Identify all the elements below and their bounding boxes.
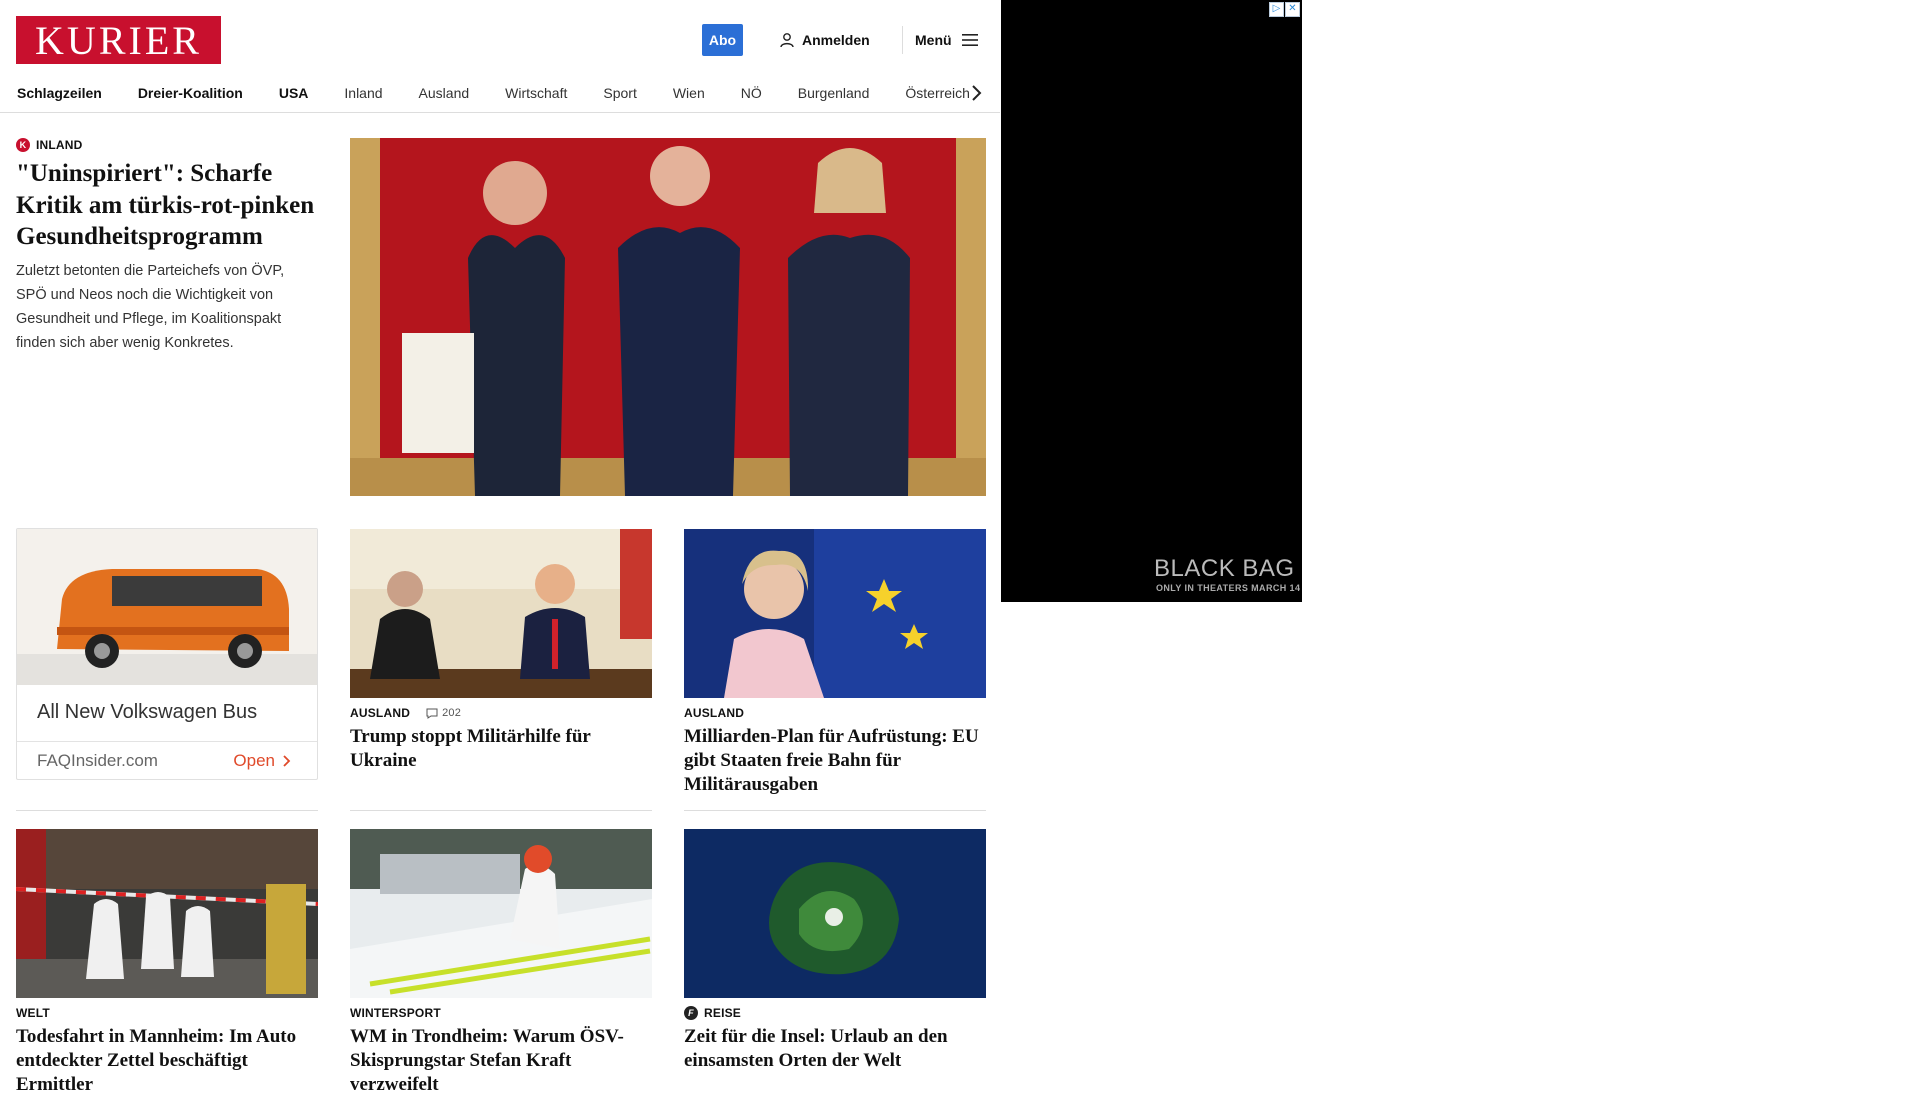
nav-item-ausland[interactable]: Ausland <box>401 85 488 101</box>
lead-article[interactable]: K INLAND "Uninspiriert": Scharfe Kritik … <box>16 138 316 355</box>
article-wintersport[interactable]: WINTERSPORT WM in Trondheim: Warum ÖSV-S… <box>350 1006 652 1097</box>
kurier-plus-icon: K <box>16 138 30 152</box>
article-reise[interactable]: f REISE Zeit für die Insel: Urlaub an de… <box>684 1006 986 1073</box>
kurier-logo[interactable]: KURIER <box>16 16 221 64</box>
side-ad[interactable]: ▷ ✕ BLACK BAG ONLY IN THEATERS MARCH 14 <box>1001 0 1302 602</box>
article-kicker: WELT <box>16 1006 318 1020</box>
ad-divider <box>17 741 317 742</box>
nav-item-schlagzeilen[interactable]: Schlagzeilen <box>16 85 120 101</box>
article-headline[interactable]: Zeit für die Insel: Urlaub an den einsam… <box>684 1025 986 1073</box>
nav-item-wien[interactable]: Wien <box>655 85 723 101</box>
nav-item-wirtschaft[interactable]: Wirtschaft <box>487 85 585 101</box>
nav-item-oesterreich[interactable]: Österreich <box>887 85 972 101</box>
menu-button[interactable]: Menü <box>915 30 978 50</box>
ad-title[interactable]: All New Volkswagen Bus <box>37 701 257 724</box>
header-divider <box>902 26 903 54</box>
ad-domain: FAQInsider.com <box>37 751 158 770</box>
article-headline[interactable]: Trump stoppt Militärhilfe für Ukraine <box>350 725 652 773</box>
kurier-freizeit-icon: f <box>684 1006 698 1020</box>
sponsored-ad-card[interactable]: ▷ ✕ All New Volkswagen Bus FAQInsider.co… <box>16 528 318 780</box>
article-headline[interactable]: WM in Trondheim: Warum ÖSV-Skisprungstar… <box>350 1025 652 1097</box>
article-kicker: f REISE <box>684 1006 986 1020</box>
article-kicker-label: AUSLAND <box>684 706 745 720</box>
abo-button[interactable]: Abo <box>702 24 743 56</box>
article-mannheim[interactable]: WELT Todesfahrt in Mannheim: Im Auto ent… <box>16 1006 318 1097</box>
side-ad-tagline: ONLY IN THEATERS MARCH 14 <box>1156 583 1301 593</box>
nav-track: Schlagzeilen Dreier-Koalition USA Inland… <box>16 74 972 112</box>
article-kicker: WINTERSPORT <box>350 1006 652 1020</box>
article-kicker-label: WINTERSPORT <box>350 1006 441 1020</box>
nav-item-usa[interactable]: USA <box>261 85 327 101</box>
comment-icon <box>426 708 438 719</box>
article-trump[interactable]: AUSLAND 202 Trump stoppt Militärhilfe fü… <box>350 706 652 773</box>
lead-kicker-label: INLAND <box>36 138 83 152</box>
article-image-skijump[interactable] <box>350 829 652 998</box>
article-image-trump[interactable] <box>350 529 652 698</box>
comment-count[interactable]: 202 <box>426 707 461 719</box>
article-kicker-label: WELT <box>16 1006 50 1020</box>
lead-teaser: Zuletzt betonten die Parteichefs von ÖVP… <box>16 262 285 351</box>
lead-image[interactable] <box>350 138 986 496</box>
adchoices-icon[interactable]: ▷ <box>1269 2 1284 17</box>
side-ad-title: BLACK BAG <box>1154 555 1295 582</box>
lead-headline[interactable]: "Uninspiriert": Scharfe Kritik am türkis… <box>16 158 316 253</box>
news-page: KURIER Abo Anmelden Menü Schlagzeilen Dr… <box>0 0 1000 1095</box>
lead-kicker: K INLAND <box>16 138 316 152</box>
article-headline[interactable]: Milliarden-Plan für Aufrüstung: EU gibt … <box>684 725 986 797</box>
comment-count-value: 202 <box>442 707 462 719</box>
ad-open-button[interactable]: Open <box>233 751 291 771</box>
nav-item-inland[interactable]: Inland <box>326 85 400 101</box>
nav-item-noe[interactable]: NÖ <box>723 85 780 101</box>
article-kicker-label: REISE <box>704 1006 742 1020</box>
menu-label: Menü <box>915 32 952 48</box>
nav-item-sport[interactable]: Sport <box>585 85 654 101</box>
nav-item-burgenland[interactable]: Burgenland <box>780 85 888 101</box>
article-kicker-label: AUSLAND <box>350 706 411 720</box>
close-icon[interactable]: ✕ <box>1285 2 1300 17</box>
article-eu[interactable]: AUSLAND Milliarden-Plan für Aufrüstung: … <box>684 706 986 797</box>
ad-choices[interactable]: ▷ ✕ <box>1269 2 1300 17</box>
row-divider <box>350 810 652 811</box>
section-nav: Schlagzeilen Dreier-Koalition USA Inland… <box>0 74 1000 113</box>
chevron-right-icon[interactable] <box>968 83 984 103</box>
article-kicker: AUSLAND 202 <box>350 706 652 720</box>
van-image[interactable] <box>17 529 317 685</box>
article-image-island[interactable] <box>684 829 986 998</box>
article-image-mannheim[interactable] <box>16 829 318 998</box>
row-divider <box>684 810 986 811</box>
hamburger-icon <box>961 34 978 46</box>
ad-open-label: Open <box>233 751 275 770</box>
nav-item-dreier-koalition[interactable]: Dreier-Koalition <box>120 85 261 101</box>
article-headline[interactable]: Todesfahrt in Mannheim: Im Auto entdeckt… <box>16 1025 318 1097</box>
article-image-eu[interactable] <box>684 529 986 698</box>
login-label: Anmelden <box>802 32 870 48</box>
row-divider <box>16 810 318 811</box>
chevron-right-icon <box>283 755 291 767</box>
login-button[interactable]: Anmelden <box>779 30 870 50</box>
user-icon <box>780 33 794 48</box>
article-kicker: AUSLAND <box>684 706 986 720</box>
